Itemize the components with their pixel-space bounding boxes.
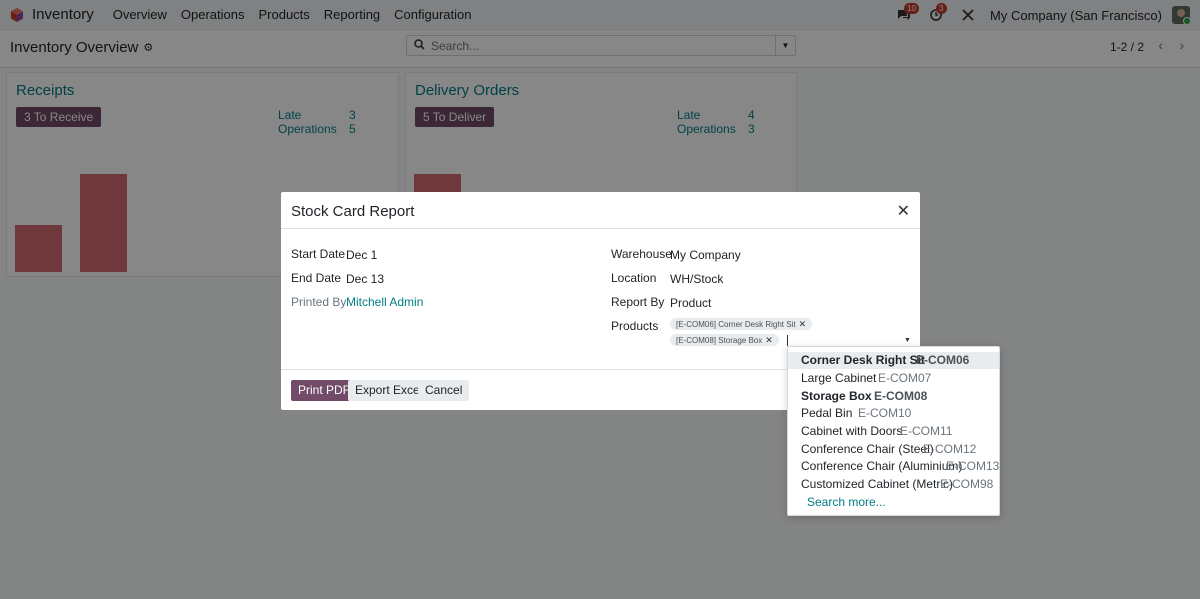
product-option[interactable]: Pedal Bin E-COM10 [788, 405, 999, 422]
warehouse-label: Warehouse [611, 247, 672, 261]
product-option[interactable]: Customized Cabinet (Metric) E-COM98 [788, 476, 999, 493]
remove-tag-icon[interactable]: ✕ [765, 335, 773, 345]
report-by-field[interactable]: Product [670, 296, 711, 310]
product-option[interactable]: Conference Chair (Aluminium) E-COM13 [788, 458, 999, 475]
product-option[interactable]: Cabinet with Doors E-COM11 [788, 423, 999, 440]
remove-tag-icon[interactable]: ✕ [799, 319, 807, 329]
products-dropdown-arrow-icon[interactable]: ▼ [904, 337, 911, 344]
start-date-label: Start Date [291, 247, 346, 261]
product-autocomplete-dropdown: Corner Desk Right Sit E-COM06 Large Cabin… [787, 346, 1000, 516]
printed-by-link[interactable]: Mitchell Admin [346, 295, 423, 309]
report-by-label: Report By [611, 295, 665, 309]
modal-header: Stock Card Report ✕ [281, 192, 920, 229]
product-tag: [E-COM08] Storage Box ✕ [670, 334, 779, 346]
product-option[interactable]: Corner Desk Right Sit E-COM06 [788, 352, 999, 369]
printed-by-label: Printed By [291, 295, 347, 309]
modal-title: Stock Card Report [291, 203, 415, 220]
product-option[interactable]: Large Cabinet E-COM07 [788, 370, 999, 387]
end-date-field[interactable]: Dec 13 [346, 272, 384, 286]
products-label: Products [611, 319, 659, 333]
cancel-button[interactable]: Cancel [418, 380, 470, 401]
search-more-link[interactable]: Search more... [807, 495, 886, 509]
products-input-cursor[interactable] [787, 335, 788, 346]
close-icon[interactable]: ✕ [897, 201, 910, 221]
product-tag-label: [E-COM06] Corner Desk Right Sit [676, 320, 796, 329]
product-option[interactable]: Storage Box E-COM08 [788, 388, 999, 405]
location-field[interactable]: WH/Stock [670, 272, 723, 286]
warehouse-field[interactable]: My Company [670, 248, 741, 262]
location-label: Location [611, 271, 657, 285]
start-date-field[interactable]: Dec 1 [346, 248, 377, 262]
product-tag-label: [E-COM08] Storage Box [676, 336, 763, 345]
end-date-label: End Date [291, 271, 342, 285]
product-option[interactable]: Conference Chair (Steel) E-COM12 [788, 441, 999, 458]
product-tag: [E-COM06] Corner Desk Right Sit ✕ [670, 318, 813, 330]
